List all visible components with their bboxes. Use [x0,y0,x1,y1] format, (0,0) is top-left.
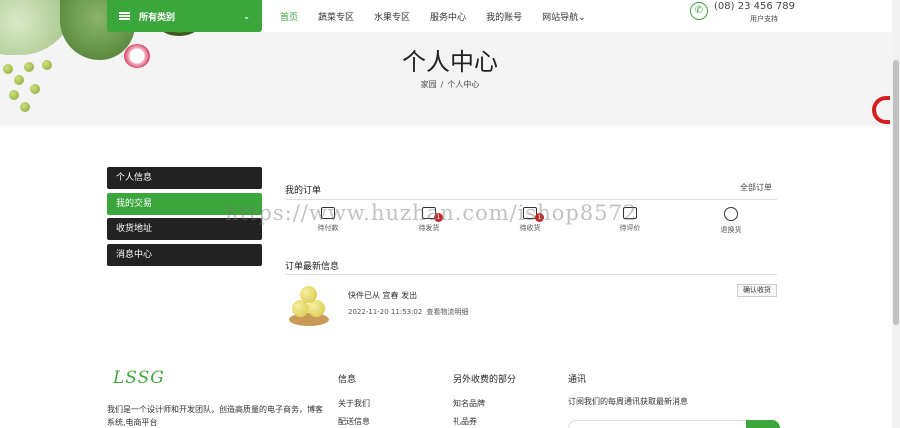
nav-site-map-label: 网站导航 [542,12,579,23]
divider [285,199,777,200]
product-thumbnail[interactable] [289,283,329,327]
status-label: 待评价 [619,224,641,232]
update-meta: 2022-11-20 11:53:02 查看物流明细 [348,307,468,317]
all-categories-label: 所有类别 [139,12,176,23]
order-status-returns[interactable]: 退换货 [701,207,761,235]
orders-title: 我的订单 [285,186,322,196]
chevron-down-icon: ⌄ [243,11,250,21]
nav-service[interactable]: 服务中心 [430,10,466,23]
update-message: 快件已从 宜春 发出 [348,291,418,300]
newsletter-email-input[interactable] [568,420,748,428]
menu-icon [119,12,130,20]
return-icon [724,207,738,221]
footer-link-shipping[interactable]: 配送信息 [338,416,370,427]
all-orders-link[interactable]: 全部订单 [740,182,772,193]
support-phone: (08) 23 456 789 [714,1,795,12]
all-categories-button[interactable]: 所有类别 ⌄ [107,0,262,32]
page-scrollbar[interactable] [892,0,900,428]
breadcrumb: 家园 / 个人中心 [420,80,480,89]
footer-link-brands[interactable]: 知名品牌 [453,398,485,409]
status-label: 待收货 [519,224,541,232]
main-nav: 首页 蔬菜专区 水果专区 服务中心 我的账号 网站导航⌄ [262,0,682,32]
nav-fruits[interactable]: 水果专区 [374,10,410,23]
confirm-receipt-button[interactable]: 确认收货 [737,284,777,297]
breadcrumb-current: 个人中心 [447,80,480,89]
chevron-down-icon: ⌄ [578,12,586,23]
update-time: 2022-11-20 11:53:02 [348,308,423,316]
sidebar-item-profile[interactable]: 个人信息 [107,167,262,189]
newsletter-subscribe-button[interactable] [746,420,780,428]
phone-icon: ✆ [690,2,708,20]
footer-link-gift-cards[interactable]: 礼品券 [453,416,477,427]
pea-image [20,102,30,112]
nav-home[interactable]: 首页 [280,10,298,23]
watermark-text: https://www.huzhan.com/ishop8572 [225,201,638,225]
breadcrumb-home[interactable]: 家园 [421,80,437,89]
pepper-image [872,96,890,124]
scrollbar-thumb[interactable] [893,60,899,325]
nav-site-map[interactable]: 网站导航⌄ [542,10,586,23]
status-label: 待发货 [418,224,440,232]
support-contact: ✆ (08) 23 456 789 用户支持 [682,0,900,32]
footer-extra-title: 另外收费的部分 [453,375,517,385]
newsletter-description: 订阅我们的每周通讯获取最新消息 [568,397,688,406]
footer-logo[interactable]: LSSG [113,368,165,388]
footer-info-title: 信息 [338,375,357,385]
divider [285,274,777,275]
footer-newsletter-title: 通讯 [568,375,587,385]
footer-link-about[interactable]: 关于我们 [338,398,370,409]
updates-title: 订单最新信息 [285,262,340,272]
page-title: 个人中心 [402,48,498,76]
pea-image [9,90,19,100]
support-label: 用户支持 [750,15,778,23]
status-label: 退换货 [720,226,742,234]
nav-account[interactable]: 我的账号 [486,10,522,23]
nav-vegetables[interactable]: 蔬菜专区 [318,10,354,23]
track-shipment-link[interactable]: 查看物流明细 [426,308,468,316]
footer-about: 我们是一个设计师和开发团队，创造高质量的电子商务，博客系统,电商平台 [107,405,323,427]
status-label: 待付款 [317,224,339,232]
sidebar-item-messages[interactable]: 消息中心 [107,244,262,266]
